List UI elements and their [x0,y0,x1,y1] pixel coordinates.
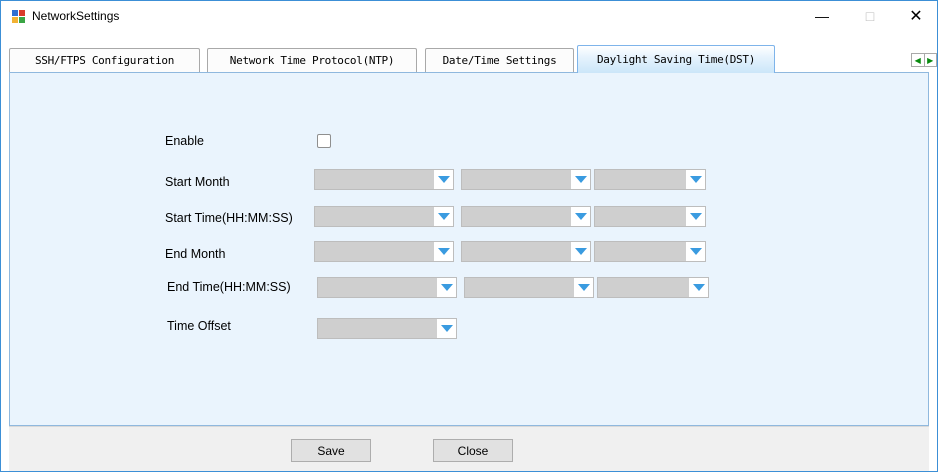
tab-ntp[interactable]: Network Time Protocol(NTP) [207,48,417,72]
dropdown-button[interactable] [437,319,456,338]
chevron-down-icon [574,176,587,183]
tab-scroll-buttons: ◀ ▶ [911,53,937,67]
dropdown-button[interactable] [574,278,593,297]
chevron-down-icon [692,284,705,291]
maximize-icon: □ [865,8,875,24]
dropdown-button[interactable] [434,242,453,261]
end-month-label: End Month [165,247,226,261]
window-title: NetworkSettings [32,9,120,23]
network-settings-window: NetworkSettings — □ ✕ SSH/FTPS Configura… [0,0,938,472]
time-offset-select[interactable] [317,318,457,339]
chevron-down-icon [689,213,702,220]
start-time-second-select[interactable] [594,206,706,227]
start-time-hour-select[interactable] [314,206,454,227]
start-month-select-1[interactable] [314,169,454,190]
dropdown-button[interactable] [571,242,590,261]
dst-panel: Enable Start Month Start Time(HH:MM:SS) … [9,72,929,426]
dropdown-button[interactable] [686,170,705,189]
close-window-button[interactable]: ✕ [893,1,938,31]
dropdown-button[interactable] [571,170,590,189]
chevron-down-icon [437,213,450,220]
dropdown-button[interactable] [689,278,708,297]
close-icon: ✕ [909,8,923,25]
end-month-select-3[interactable] [594,241,706,262]
dropdown-button[interactable] [686,242,705,261]
tab-strip: SSH/FTPS Configuration Network Time Prot… [9,45,937,73]
chevron-down-icon [689,176,702,183]
end-time-second-select[interactable] [597,277,709,298]
app-icon [12,10,25,23]
dropdown-button[interactable] [686,207,705,226]
dropdown-button[interactable] [434,207,453,226]
enable-label: Enable [165,134,204,148]
minimize-button[interactable]: — [799,1,845,31]
tab-label: Daylight Saving Time(DST) [596,53,756,66]
dropdown-button[interactable] [571,207,590,226]
chevron-down-icon [577,284,590,291]
start-time-label: Start Time(HH:MM:SS) [165,211,293,225]
chevron-down-icon [440,284,453,291]
chevron-down-icon [437,176,450,183]
tab-label: Date/Time Settings [442,54,557,67]
button-bar: Save Close [9,426,929,471]
start-month-select-2[interactable] [461,169,591,190]
tab-ssh-ftps[interactable]: SSH/FTPS Configuration [9,48,200,72]
tab-label: SSH/FTPS Configuration [34,54,175,67]
chevron-down-icon [689,248,702,255]
tab-label: Network Time Protocol(NTP) [229,54,395,67]
scroll-right-icon[interactable]: ▶ [923,54,937,66]
chevron-down-icon [574,213,587,220]
enable-checkbox[interactable] [317,134,331,148]
start-time-minute-select[interactable] [461,206,591,227]
time-offset-label: Time Offset [167,319,231,333]
chevron-down-icon [574,248,587,255]
dropdown-button[interactable] [437,278,456,297]
maximize-button[interactable]: □ [847,1,893,31]
dropdown-button[interactable] [434,170,453,189]
tab-dst[interactable]: Daylight Saving Time(DST) [577,45,775,73]
minimize-icon: — [815,8,829,24]
chevron-down-icon [437,248,450,255]
close-button[interactable]: Close [433,439,513,462]
chevron-down-icon [440,325,453,332]
start-month-select-3[interactable] [594,169,706,190]
scroll-left-icon[interactable]: ◀ [912,54,924,66]
title-bar: NetworkSettings — □ ✕ [1,1,937,31]
save-button[interactable]: Save [291,439,371,462]
end-month-select-2[interactable] [461,241,591,262]
end-month-select-1[interactable] [314,241,454,262]
tab-date-time[interactable]: Date/Time Settings [425,48,574,72]
end-time-label: End Time(HH:MM:SS) [167,280,291,294]
start-month-label: Start Month [165,175,230,189]
end-time-hour-select[interactable] [317,277,457,298]
end-time-minute-select[interactable] [464,277,594,298]
